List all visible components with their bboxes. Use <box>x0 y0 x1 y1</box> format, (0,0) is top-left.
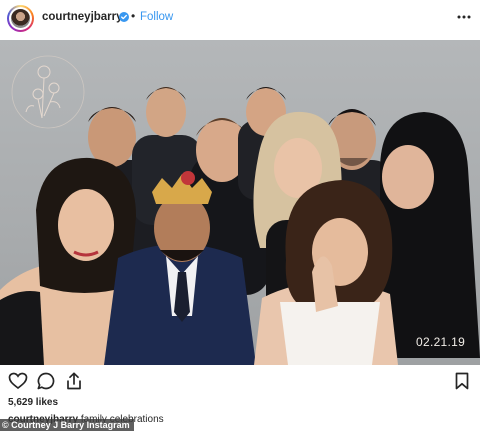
separator-dot: • <box>131 9 136 23</box>
bookmark-icon[interactable] <box>452 371 472 391</box>
username-link[interactable]: courtneyjbarry <box>42 11 123 23</box>
action-bar <box>0 366 480 396</box>
group-photo-illustration <box>0 55 480 365</box>
likes-count[interactable]: 5,629 likes <box>8 397 58 408</box>
floral-logo <box>11 55 85 129</box>
verified-badge-icon <box>119 12 129 22</box>
post-photo[interactable]: 02.21.19 <box>0 40 480 365</box>
photo-credit: © Courtney J Barry Instagram <box>0 419 134 431</box>
more-options-icon[interactable] <box>456 10 472 24</box>
heart-icon[interactable] <box>8 371 28 391</box>
share-icon[interactable] <box>64 371 84 391</box>
photo-date-stamp: 02.21.19 <box>416 335 466 349</box>
post-header: courtneyjbarry • Follow <box>0 0 480 38</box>
comment-icon[interactable] <box>36 371 56 391</box>
follow-button[interactable]: Follow <box>140 11 173 23</box>
person-far-right <box>380 112 480 358</box>
avatar[interactable] <box>7 5 34 32</box>
